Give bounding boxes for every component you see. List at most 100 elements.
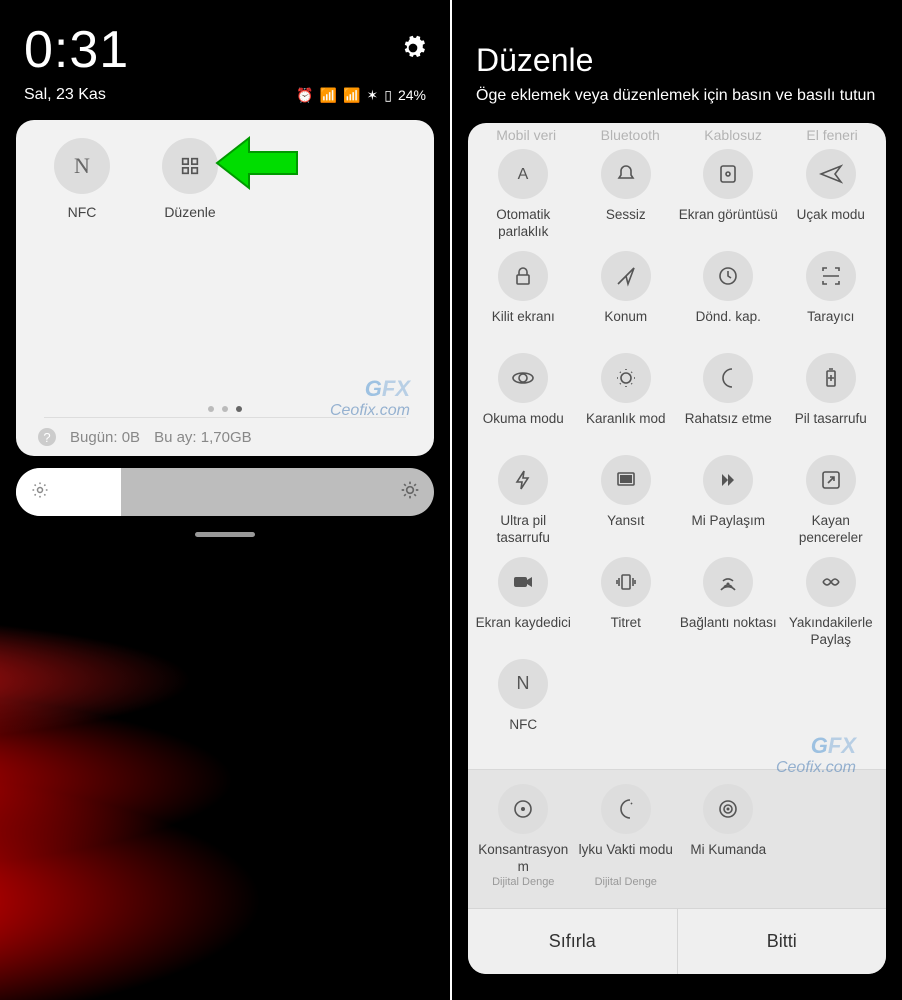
floating-icon — [806, 455, 856, 505]
date: Sal, 23 Kas — [24, 86, 106, 104]
airplane-icon — [806, 149, 856, 199]
ultra-battery-icon — [498, 455, 548, 505]
focus-mode-sublabel: Dijital Denge — [492, 876, 554, 888]
done-button[interactable]: Bitti — [677, 909, 887, 974]
nfc-label: NFC — [509, 717, 537, 751]
floating-tile[interactable]: Kayan pencereler — [780, 455, 883, 547]
annotation-arrow — [211, 132, 301, 199]
battery-saver-icon — [806, 353, 856, 403]
faded-row: Mobil veri Bluetooth Kablosuz El feneri — [468, 123, 886, 143]
mi-remote-icon — [703, 784, 753, 834]
auto-brightness-tile[interactable]: A Otomatik parlaklık — [472, 149, 575, 241]
data-usage-row[interactable]: ? Bugün: 0B Bu ay: 1,70GB — [24, 418, 266, 452]
scanner-tile[interactable]: Tarayıcı — [780, 251, 883, 343]
faded-0: Mobil veri — [496, 127, 556, 143]
airplane-label: Uçak modu — [797, 207, 865, 241]
hotspot-tile[interactable]: Bağlantı noktası — [677, 557, 780, 649]
ultra-battery-tile[interactable]: Ultra pil tasarrufu — [472, 455, 575, 547]
signal1-icon: 📶 — [320, 87, 337, 104]
screen-recorder-icon — [498, 557, 548, 607]
watermark-left: GFX Ceofix.com — [330, 376, 410, 420]
nfc-icon: N — [54, 138, 110, 194]
focus-mode-tile[interactable]: Konsantrasyon mDijital Denge — [472, 784, 575, 888]
dnd-tile[interactable]: Rahatsız etme — [677, 353, 780, 445]
brightness-high-icon — [400, 480, 420, 505]
vibrate-tile[interactable]: Titret — [575, 557, 678, 649]
nearby-share-tile[interactable]: Yakındakilerle Paylaş — [780, 557, 883, 649]
reading-mode-tile[interactable]: Okuma modu — [472, 353, 575, 445]
faded-1: Bluetooth — [601, 127, 660, 143]
floating-label: Kayan pencereler — [780, 513, 883, 547]
location-icon — [601, 251, 651, 301]
lock-screen-label: Kilit ekranı — [492, 309, 555, 343]
status-icons: ⏰ 📶 📶 ✶ ▯ 24% — [296, 87, 426, 104]
bedtime-tile[interactable]: lyku Vakti moduDijital Denge — [575, 784, 678, 888]
faded-2: Kablosuz — [704, 127, 762, 143]
dnd-icon — [703, 353, 753, 403]
dnd-label: Rahatsız etme — [685, 411, 772, 445]
drag-handle[interactable] — [195, 532, 255, 537]
right-screenshot: Düzenle Öge eklemek veya düzenlemek için… — [452, 0, 902, 1000]
usage-month: Bu ay: 1,70GB — [154, 429, 252, 446]
reading-mode-icon — [498, 353, 548, 403]
date-row: Sal, 23 Kas ⏰ 📶 📶 ✶ ▯ 24% — [0, 80, 450, 114]
clock: 0:31 — [24, 20, 129, 80]
cast-tile[interactable]: Yansıt — [575, 455, 678, 547]
cast-label: Yansıt — [607, 513, 644, 547]
airplane-tile[interactable]: Uçak modu — [780, 149, 883, 241]
silent-label: Sessiz — [606, 207, 646, 241]
screenshot-icon — [703, 149, 753, 199]
nfc-tile[interactable]: N NFC — [472, 659, 575, 751]
status-bar: 0:31 — [0, 0, 450, 80]
lock-screen-icon — [498, 251, 548, 301]
page-title: Düzenle — [476, 42, 878, 79]
lock-screen-tile[interactable]: Kilit ekranı — [472, 251, 575, 343]
mi-share-label: Mi Paylaşım — [691, 513, 765, 547]
battery-saver-tile[interactable]: Pil tasarrufu — [780, 353, 883, 445]
scanner-icon — [806, 251, 856, 301]
nfc-tile[interactable]: N NFC — [46, 138, 118, 221]
page-subtitle: Öge eklemek veya düzenlemek için basın v… — [476, 87, 878, 105]
bedtime-label: lyku Vakti modu — [579, 842, 673, 876]
rotate-off-icon — [703, 251, 753, 301]
scanner-label: Tarayıcı — [807, 309, 854, 343]
location-tile[interactable]: Konum — [575, 251, 678, 343]
battery-saver-label: Pil tasarrufu — [795, 411, 867, 445]
dark-mode-label: Karanlık mod — [586, 411, 666, 445]
cast-icon — [601, 455, 651, 505]
dark-mode-tile[interactable]: Karanlık mod — [575, 353, 678, 445]
bedtime-sublabel: Dijital Denge — [595, 876, 657, 888]
edit-icon — [162, 138, 218, 194]
nfc-label: NFC — [68, 204, 97, 221]
edit-header: Düzenle Öge eklemek veya düzenlemek için… — [452, 0, 902, 115]
svg-text:N: N — [517, 673, 530, 693]
rotate-off-tile[interactable]: Dönd. kap. — [677, 251, 780, 343]
auto-brightness-label: Otomatik parlaklık — [472, 207, 575, 241]
mi-remote-tile[interactable]: Mi Kumanda — [677, 784, 780, 888]
tiles-grid: A Otomatik parlaklık Sessiz Ekran görüntüsü… — [468, 143, 886, 763]
reset-button[interactable]: Sıfırla — [468, 909, 677, 974]
brightness-slider[interactable] — [16, 468, 434, 516]
mi-share-tile[interactable]: Mi Paylaşım — [677, 455, 780, 547]
svg-text:A: A — [518, 166, 529, 183]
wifi-icon: ✶ — [367, 87, 379, 104]
mi-share-icon — [703, 455, 753, 505]
screenshot-label: Ekran görüntüsü — [679, 207, 778, 241]
settings-icon[interactable] — [400, 35, 426, 66]
alarm-icon: ⏰ — [296, 87, 313, 104]
quick-settings-panel: N NFC Düzenle GFX Ceofix.com ? Bu — [16, 120, 434, 456]
mi-remote-label: Mi Kumanda — [690, 842, 766, 876]
nfc-icon: N — [498, 659, 548, 709]
screenshot-tile[interactable]: Ekran görüntüsü — [677, 149, 780, 241]
focus-mode-label: Konsantrasyon m — [472, 842, 575, 876]
nearby-share-icon — [806, 557, 856, 607]
vibrate-label: Titret — [611, 615, 641, 649]
location-label: Konum — [604, 309, 647, 343]
dark-mode-icon — [601, 353, 651, 403]
silent-tile[interactable]: Sessiz — [575, 149, 678, 241]
screen-recorder-tile[interactable]: Ekran kaydedici — [472, 557, 575, 649]
signal2-icon: 📶 — [343, 87, 360, 104]
reading-mode-label: Okuma modu — [483, 411, 564, 445]
button-row: Sıfırla Bitti — [468, 908, 886, 974]
page-dots — [16, 406, 434, 412]
